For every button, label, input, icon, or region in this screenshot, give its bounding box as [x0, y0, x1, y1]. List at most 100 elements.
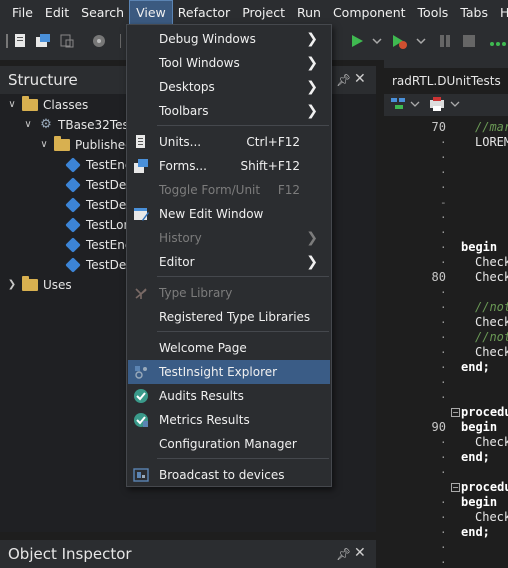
pin-icon[interactable]: 📌︎: [336, 547, 351, 561]
tree-item-method[interactable]: TestEnc: [65, 235, 132, 255]
menu-item-toggle-form-unit[interactable]: Toggle Form/Unit F12: [128, 178, 330, 202]
pin-icon[interactable]: 📌︎: [336, 73, 351, 87]
line-number: 90: [431, 420, 446, 434]
run-icon[interactable]: [348, 32, 366, 50]
gutter-dot: ·: [440, 286, 447, 299]
menu-project[interactable]: Project: [236, 1, 291, 25]
tree-item-method[interactable]: TestDec: [65, 195, 133, 215]
menu-separator: [157, 458, 329, 459]
fold-icon[interactable]: −: [451, 483, 460, 492]
menu-item-metrics-results[interactable]: Metrics Results: [128, 408, 330, 432]
code-line: begin: [461, 420, 498, 434]
menu-item-registered-type-libraries[interactable]: Registered Type Libraries: [128, 305, 330, 329]
broadcast-icon: [133, 468, 149, 482]
menu-item-testinsight-explorer[interactable]: TestInsight Explorer: [128, 360, 330, 384]
units-icon[interactable]: [12, 32, 30, 50]
menu-item-desktops[interactable]: Desktops ❯: [128, 75, 330, 99]
menu-refactor[interactable]: Refactor: [172, 1, 236, 25]
units-icon: [136, 135, 145, 148]
menu-tools[interactable]: Tools: [412, 1, 455, 25]
menu-view[interactable]: View: [129, 0, 173, 26]
tree-item-method[interactable]: TestEnc: [65, 155, 132, 175]
class-gear-icon: ⚙: [40, 117, 52, 132]
new-edit-window-icon: [134, 208, 149, 221]
menu-item-audits-results[interactable]: Audits Results: [128, 384, 330, 408]
menu-separator: [157, 125, 329, 126]
chevron-right-icon: ❯: [306, 55, 318, 71]
menu-item-configuration-manager[interactable]: Configuration Manager: [128, 432, 330, 456]
code-line: Check: [475, 435, 508, 449]
tree-item-uses[interactable]: ❯ Uses: [6, 275, 72, 295]
chevron-right-icon: ❯: [306, 230, 318, 246]
method-cube-icon: [65, 237, 81, 253]
menu-item-history[interactable]: History ❯: [128, 226, 330, 250]
method-cube-icon: [65, 157, 81, 173]
close-icon[interactable]: ✕: [354, 71, 366, 87]
toggle-form-unit-icon[interactable]: [58, 32, 76, 50]
print-icon[interactable]: [428, 96, 446, 112]
editor-nav-icon[interactable]: [390, 96, 408, 112]
gutter-dot: ·: [440, 211, 447, 224]
editor-tab[interactable]: radRTL.DUnitTests: [384, 68, 508, 94]
menu-item-forms[interactable]: Forms... Shift+F12: [128, 154, 330, 178]
tree-label: TestEnc: [86, 158, 132, 172]
gutter-dot: ·: [440, 361, 447, 374]
chevron-right-icon[interactable]: ❯: [6, 275, 18, 295]
chevron-down-icon[interactable]: ∨: [38, 135, 50, 155]
menu-item-new-edit-window[interactable]: New Edit Window: [128, 202, 330, 226]
menu-item-tool-windows[interactable]: Tool Windows ❯: [128, 51, 330, 75]
run-without-debug-icon[interactable]: [390, 32, 408, 50]
gutter-dot: ·: [440, 436, 447, 449]
gutter-dot: ·: [440, 511, 447, 524]
folder-icon: [22, 276, 38, 291]
code-line: begin: [461, 495, 498, 509]
menu-help[interactable]: Help: [494, 1, 508, 25]
gutter-dot: ·: [440, 331, 447, 344]
forms-icon: [134, 159, 148, 173]
menu-run[interactable]: Run: [291, 1, 327, 25]
menu-tabs[interactable]: Tabs: [454, 1, 494, 25]
menu-item-welcome-page[interactable]: Welcome Page: [128, 336, 330, 360]
menu-item-broadcast-to-devices[interactable]: Broadcast to devices: [128, 463, 330, 487]
run-dropdown-icon[interactable]: [368, 32, 386, 50]
fold-icon[interactable]: −: [451, 408, 460, 417]
method-cube-icon: [65, 257, 81, 273]
pause-icon[interactable]: [436, 32, 454, 50]
tree-item-method[interactable]: TestDec: [65, 255, 133, 275]
stop-icon[interactable]: [460, 32, 478, 50]
component-icon[interactable]: [90, 32, 108, 50]
tree-label: Published: [75, 138, 133, 152]
chevron-down-icon[interactable]: [410, 96, 420, 112]
menu-item-editor[interactable]: Editor ❯: [128, 250, 330, 274]
folder-icon: [22, 96, 38, 111]
menu-edit[interactable]: Edit: [39, 1, 75, 25]
menu-search[interactable]: Search: [75, 1, 130, 25]
tree-item-published[interactable]: ∨ Published: [38, 135, 133, 155]
menu-item-debug-windows[interactable]: Debug Windows ❯: [128, 27, 330, 51]
code-line: Check: [475, 315, 508, 329]
menu-component[interactable]: Component: [327, 1, 412, 25]
tree-item-classes[interactable]: ∨ Classes: [6, 95, 88, 115]
tree-item-method[interactable]: TestDec: [65, 175, 133, 195]
gutter-dot: ·: [440, 151, 447, 164]
gutter-dot: ·: [440, 181, 447, 194]
menu-item-units[interactable]: Units... Ctrl+F12: [128, 130, 330, 154]
code-line: Check: [475, 255, 508, 269]
gutter-dot: ·: [440, 451, 447, 464]
tree-item-method[interactable]: TestLor: [65, 215, 128, 235]
line-number: 80: [431, 270, 446, 284]
gutter-dot: ·: [440, 226, 447, 239]
menu-file[interactable]: File: [6, 1, 39, 25]
view-menu-dropdown: Debug Windows ❯ Tool Windows ❯ Desktops …: [126, 24, 332, 487]
tree-label: TestEnc: [86, 238, 132, 252]
chevron-down-icon[interactable]: [450, 96, 460, 112]
close-icon[interactable]: ✕: [354, 545, 366, 561]
run-debug-dropdown-icon[interactable]: [412, 32, 430, 50]
menu-item-type-library[interactable]: Type Library: [128, 281, 330, 305]
forms-icon[interactable]: [34, 32, 52, 50]
step-over-icon[interactable]: [488, 32, 506, 50]
chevron-down-icon[interactable]: ∨: [22, 115, 34, 135]
code-line: Check: [475, 270, 508, 284]
chevron-down-icon[interactable]: ∨: [6, 95, 18, 115]
menu-item-toolbars[interactable]: Toolbars ❯: [128, 99, 330, 123]
